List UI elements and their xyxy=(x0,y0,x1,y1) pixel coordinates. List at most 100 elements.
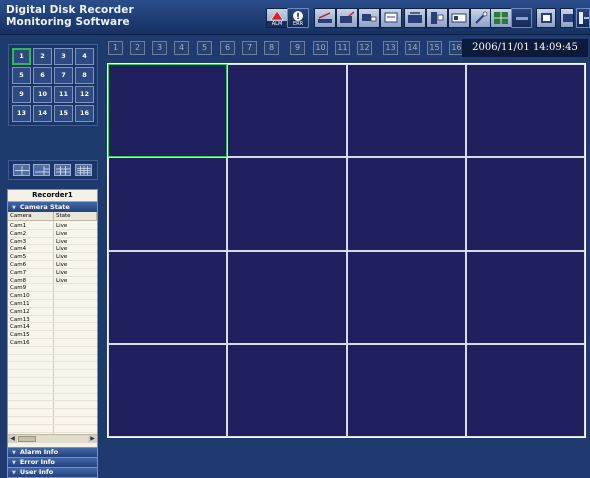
split-cell-3[interactable]: 3 xyxy=(54,48,73,65)
split-cell-8[interactable]: 8 xyxy=(75,67,94,84)
scrollbar-thumb[interactable] xyxy=(18,436,36,442)
video-cell-9[interactable] xyxy=(108,250,228,344)
panel-button[interactable] xyxy=(511,8,532,28)
video-cell-13[interactable] xyxy=(108,343,228,437)
split-cell-7[interactable]: 7 xyxy=(54,67,73,84)
recorder-button[interactable] xyxy=(404,8,426,28)
video-cell-10[interactable] xyxy=(227,250,347,344)
camera-state-cell: Live xyxy=(56,238,68,245)
camera-button-3[interactable]: 3 xyxy=(152,41,167,55)
user-info-header[interactable]: ▼ User Info xyxy=(8,467,97,477)
column-header-state[interactable]: State xyxy=(54,212,97,221)
alarm-button[interactable]: ALM xyxy=(266,8,288,28)
video-cell-12[interactable] xyxy=(465,250,585,344)
camera-button-1[interactable]: 1 xyxy=(108,41,123,55)
sixteen-split-layout-button[interactable] xyxy=(75,164,92,176)
video-cell-3[interactable] xyxy=(346,64,466,158)
split-cell-11[interactable]: 11 xyxy=(54,86,73,103)
camera-button-13[interactable]: 13 xyxy=(383,41,398,55)
playback-button[interactable] xyxy=(336,8,358,28)
copy-button[interactable] xyxy=(426,8,448,28)
camera-name-cell: Cam2 xyxy=(10,230,27,237)
empty-row xyxy=(8,401,97,410)
table-row[interactable]: Cam11 xyxy=(8,300,97,308)
table-row[interactable]: Cam16 xyxy=(8,339,97,347)
search-button[interactable] xyxy=(314,8,336,28)
video-cell-14[interactable] xyxy=(227,343,347,437)
camera-button-4[interactable]: 4 xyxy=(174,41,189,55)
camera-button-9[interactable]: 9 xyxy=(290,41,305,55)
scroll-left-icon[interactable]: ◀ xyxy=(8,435,17,443)
camera-button-12[interactable]: 12 xyxy=(357,41,372,55)
edit-button[interactable] xyxy=(470,8,492,28)
split-cell-13[interactable]: 13 xyxy=(12,105,31,122)
split-cell-2[interactable]: 2 xyxy=(33,48,52,65)
camera-button-7[interactable]: 7 xyxy=(242,41,257,55)
video-cell-4[interactable] xyxy=(465,64,585,158)
table-row[interactable]: Cam13 xyxy=(8,316,97,324)
split-cell-5[interactable]: 5 xyxy=(12,67,31,84)
horizontal-scrollbar[interactable]: ◀ ▶ xyxy=(8,434,97,443)
download-button[interactable] xyxy=(380,8,402,28)
monitor-button[interactable] xyxy=(448,8,470,28)
table-row[interactable]: Cam4 Live xyxy=(8,245,97,254)
six-split-layout-button[interactable] xyxy=(33,164,50,176)
split-cell-4[interactable]: 4 xyxy=(75,48,94,65)
split-cell-14[interactable]: 14 xyxy=(33,105,52,122)
empty-row xyxy=(8,347,97,355)
nine-split-layout-button[interactable] xyxy=(54,164,71,176)
table-row[interactable]: Cam12 xyxy=(8,308,97,316)
video-cell-5[interactable] xyxy=(108,157,228,251)
video-cell-1[interactable] xyxy=(108,64,228,158)
table-row[interactable]: Cam14 xyxy=(8,323,97,332)
camera-button-5[interactable]: 5 xyxy=(197,41,212,55)
scroll-right-icon[interactable]: ▶ xyxy=(88,435,97,443)
camera-button-2[interactable]: 2 xyxy=(130,41,145,55)
split-cell-9[interactable]: 9 xyxy=(12,86,31,103)
display-button[interactable] xyxy=(560,8,574,28)
camera-name-cell: Cam12 xyxy=(10,308,30,315)
camera-button-15[interactable]: 15 xyxy=(427,41,442,55)
video-cell-8[interactable] xyxy=(465,157,585,251)
video-cell-6[interactable] xyxy=(227,157,347,251)
table-row[interactable]: Cam7 Live xyxy=(8,269,97,277)
empty-row xyxy=(8,425,97,433)
video-cell-2[interactable] xyxy=(227,64,347,158)
table-row[interactable]: Cam2 Live xyxy=(8,230,97,238)
camera-button-6[interactable]: 6 xyxy=(220,41,235,55)
camera-control-button[interactable] xyxy=(358,8,380,28)
split-cell-6[interactable]: 6 xyxy=(33,67,52,84)
table-row[interactable]: Cam9 xyxy=(8,284,97,293)
camera-name-cell: Cam6 xyxy=(10,262,27,268)
camera-button-14[interactable]: 14 xyxy=(405,41,420,55)
settings-button[interactable] xyxy=(536,8,556,28)
table-row[interactable]: Cam3 Live xyxy=(8,238,97,246)
video-cell-11[interactable] xyxy=(346,250,466,344)
split-cell-16[interactable]: 16 xyxy=(75,105,94,122)
split-cell-12[interactable]: 12 xyxy=(75,86,94,103)
error-button[interactable]: ERR xyxy=(287,8,309,28)
error-info-header[interactable]: ▼ Error Info xyxy=(8,457,97,467)
split-cell-10[interactable]: 10 xyxy=(33,86,52,103)
quad-layout-button[interactable] xyxy=(13,164,30,176)
table-row[interactable]: Cam8 Live xyxy=(8,277,97,285)
recorder-icon xyxy=(408,12,422,23)
camera-button-10[interactable]: 10 xyxy=(313,41,328,55)
camera-state-header[interactable]: ▼ Camera State xyxy=(8,202,97,212)
grid-button[interactable] xyxy=(490,8,512,28)
split-cell-1[interactable]: 1 xyxy=(12,48,31,65)
video-cell-16[interactable] xyxy=(465,343,585,437)
video-cell-7[interactable] xyxy=(346,157,466,251)
split-cell-15[interactable]: 15 xyxy=(54,105,73,122)
video-cell-15[interactable] xyxy=(346,343,466,437)
exit-button[interactable] xyxy=(576,8,590,28)
camera-button-8[interactable]: 8 xyxy=(264,41,279,55)
camera-button-11[interactable]: 11 xyxy=(335,41,350,55)
table-row[interactable]: Cam15 xyxy=(8,331,97,339)
table-row[interactable]: Cam6 Live xyxy=(8,261,97,269)
table-row[interactable]: Cam10 xyxy=(8,292,97,300)
table-row[interactable]: Cam1 Live xyxy=(8,222,97,230)
column-header-camera[interactable]: Camera xyxy=(8,212,54,221)
alarm-info-header[interactable]: ▼ Alarm Info xyxy=(8,447,97,457)
table-row[interactable]: Cam5 Live xyxy=(8,253,97,261)
